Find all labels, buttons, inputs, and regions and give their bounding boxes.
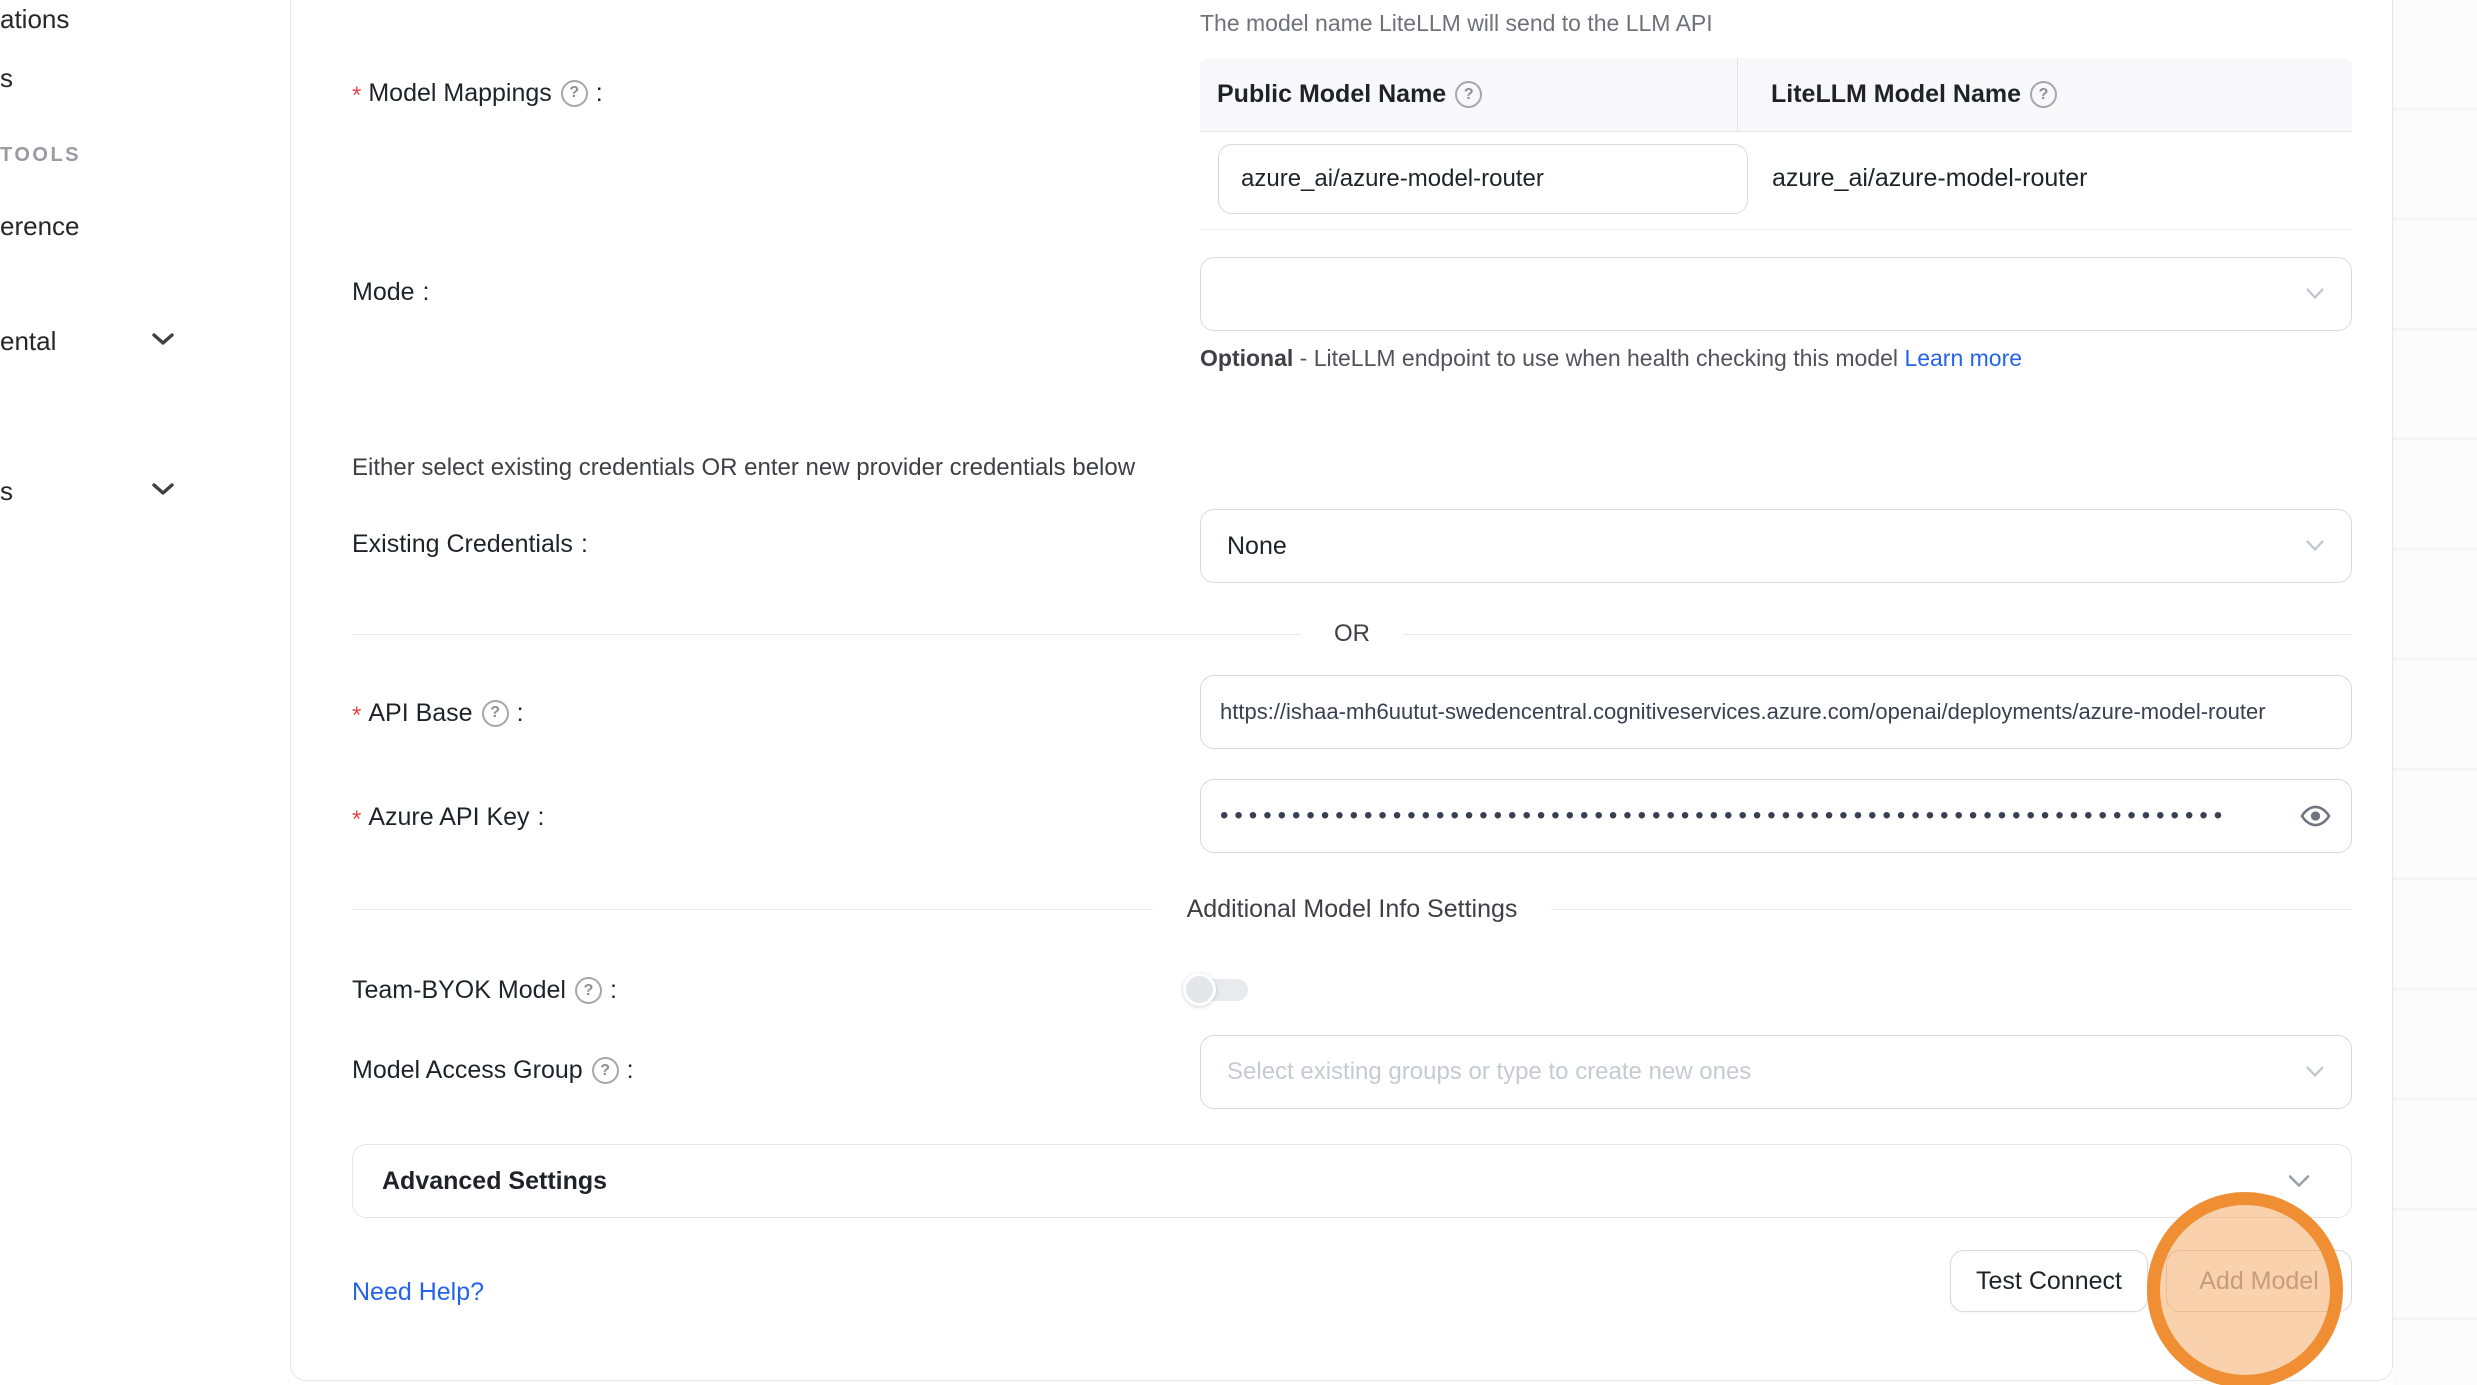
- model-access-group-select[interactable]: Select existing groups or type to create…: [1200, 1035, 2352, 1109]
- model-mappings-table-header: Public Model Name ? LiteLLM Model Name ?: [1200, 58, 2352, 132]
- page-background-strip: [2393, 0, 2477, 1385]
- required-asterisk: *: [352, 806, 361, 834]
- litellm-model-name-helper: The model name LiteLLM will send to the …: [1200, 10, 1713, 37]
- divider-line: [352, 909, 1153, 910]
- required-asterisk: *: [352, 702, 361, 730]
- advanced-settings-toggle[interactable]: Advanced Settings: [352, 1144, 2352, 1218]
- chevron-down-icon[interactable]: [150, 330, 176, 353]
- divider-line: [1551, 909, 2352, 910]
- chevron-down-icon: [2305, 288, 2325, 301]
- help-icon[interactable]: ?: [592, 1057, 619, 1084]
- mode-helper-text: Optional - LiteLLM endpoint to use when …: [1200, 338, 2080, 378]
- azure-api-key-label: * Azure API Key :: [352, 800, 545, 834]
- team-byok-toggle[interactable]: [1183, 973, 1249, 1007]
- chevron-down-icon: [2305, 1066, 2325, 1079]
- help-icon[interactable]: ?: [1455, 81, 1482, 108]
- api-base-input[interactable]: [1201, 676, 2351, 748]
- mode-select[interactable]: [1200, 257, 2352, 331]
- model-mappings-table: Public Model Name ? LiteLLM Model Name ?…: [1200, 58, 2352, 230]
- need-help-link[interactable]: Need Help?: [352, 1278, 484, 1307]
- sidebar-item-organizations[interactable]: ations: [0, 4, 69, 35]
- additional-info-divider: Additional Model Info Settings: [352, 894, 2352, 924]
- public-model-name-header: Public Model Name ?: [1200, 80, 1737, 109]
- azure-api-key-field: [1200, 779, 2352, 853]
- sidebar-item[interactable]: s: [0, 63, 13, 94]
- help-icon[interactable]: ?: [2030, 81, 2057, 108]
- sidebar-section-tools: TOOLS: [0, 144, 81, 167]
- litellm-model-name-header: LiteLLM Model Name ?: [1737, 58, 2352, 132]
- help-icon[interactable]: ?: [575, 977, 602, 1004]
- litellm-model-name-value: azure_ai/azure-model-router: [1772, 164, 2087, 193]
- divider-line: [352, 634, 1300, 635]
- model-access-group-label: Model Access Group ? :: [352, 1056, 634, 1085]
- or-divider: OR: [352, 621, 2352, 647]
- help-icon[interactable]: ?: [561, 80, 588, 107]
- learn-more-link[interactable]: Learn more: [1904, 345, 2022, 371]
- test-connect-button[interactable]: Test Connect: [1950, 1250, 2148, 1312]
- api-base-label: * API Base ? :: [352, 696, 524, 730]
- team-byok-label: Team-BYOK Model ? :: [352, 976, 617, 1005]
- required-asterisk: *: [352, 82, 361, 110]
- sidebar-item-inference[interactable]: erence: [0, 211, 80, 242]
- advanced-settings-label: Advanced Settings: [353, 1167, 607, 1196]
- toggle-knob: [1183, 973, 1216, 1006]
- public-model-name-input[interactable]: [1218, 144, 1748, 214]
- azure-api-key-input[interactable]: [1201, 780, 2351, 852]
- chevron-down-icon[interactable]: [150, 480, 176, 503]
- existing-credentials-select[interactable]: None: [1200, 509, 2352, 583]
- model-access-group-placeholder: Select existing groups or type to create…: [1201, 1058, 1751, 1086]
- sidebar-item-experimental[interactable]: ental: [0, 326, 56, 357]
- help-icon[interactable]: ?: [482, 700, 509, 727]
- eye-icon[interactable]: [2300, 801, 2331, 832]
- add-model-button[interactable]: Add Model: [2166, 1250, 2352, 1312]
- sidebar-item-settings[interactable]: s: [0, 476, 13, 507]
- existing-credentials-value: None: [1201, 532, 1287, 561]
- divider-line: [1404, 634, 2352, 635]
- chevron-down-icon: [2287, 1174, 2311, 1189]
- model-mappings-label: * Model Mappings ? :: [352, 76, 603, 110]
- credentials-note: Either select existing credentials OR en…: [352, 454, 1135, 482]
- chevron-down-icon: [2305, 540, 2325, 553]
- api-base-field: [1200, 675, 2352, 749]
- existing-credentials-label: Existing Credentials :: [352, 530, 588, 559]
- mode-label: Mode :: [352, 278, 430, 307]
- add-model-page: ations s TOOLS erence ental s The model …: [0, 0, 2477, 1385]
